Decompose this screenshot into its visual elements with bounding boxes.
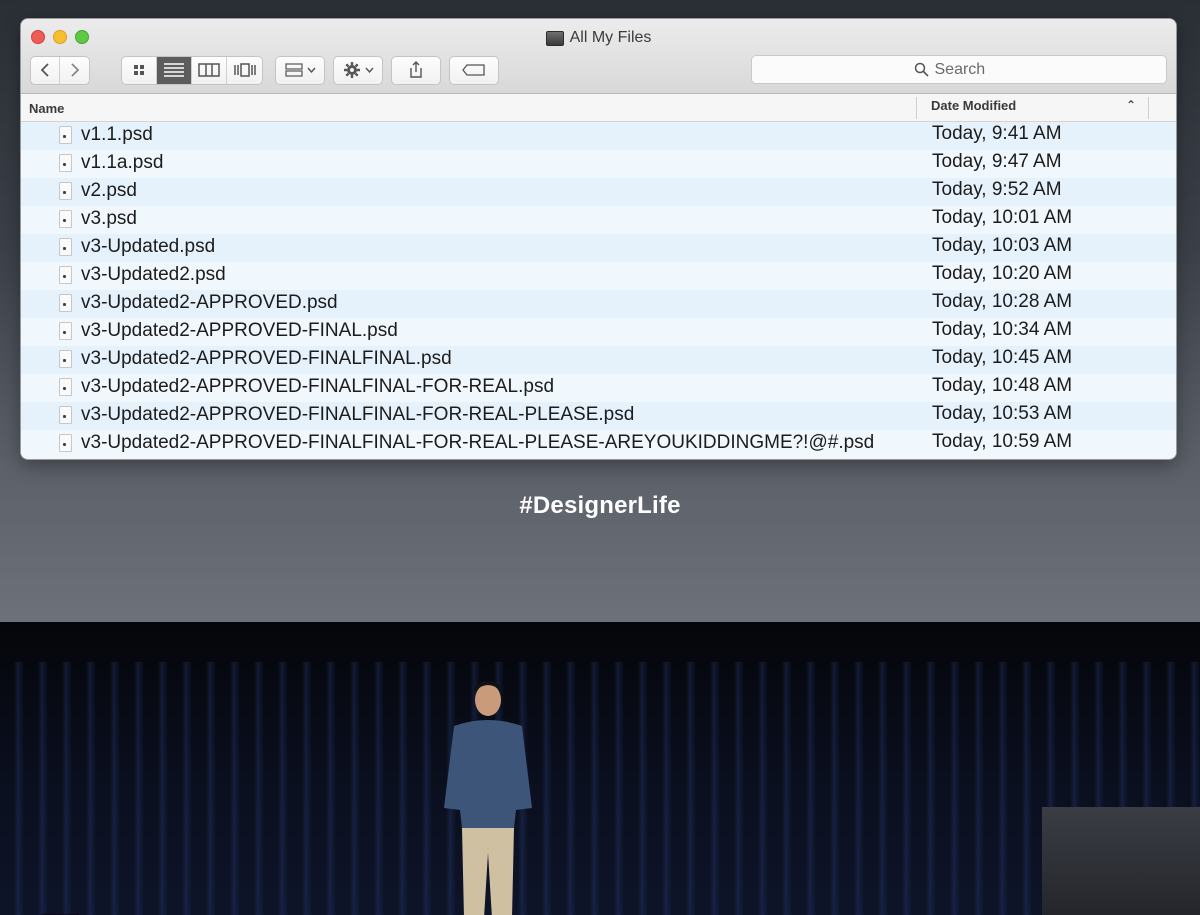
tag-button[interactable] [449, 55, 499, 85]
file-row[interactable]: v3-Updated2-APPROVED-FINAL.psd Today, 10:… [21, 318, 1176, 346]
back-chevron-icon [40, 63, 49, 77]
view-mode-selector [121, 55, 263, 85]
file-name: v2.psd [81, 180, 137, 201]
search-input[interactable] [934, 60, 1005, 79]
psd-file-icon [59, 378, 72, 396]
column-view-button[interactable] [192, 56, 227, 84]
file-date-modified: Today, 10:28 AM [932, 291, 1073, 312]
back-button[interactable] [31, 56, 60, 84]
search-icon [914, 62, 929, 77]
file-row[interactable]: v3-Updated.psd Today, 10:03 AM [21, 234, 1176, 262]
share-icon [410, 61, 422, 78]
file-date-modified: Today, 10:20 AM [932, 263, 1073, 284]
stage-curtain [0, 662, 1200, 915]
file-date-modified: Today, 10:53 AM [932, 403, 1073, 424]
file-date-modified: Today, 9:52 AM [932, 179, 1062, 200]
psd-file-icon [59, 154, 72, 172]
nav-buttons [30, 55, 90, 85]
column-divider[interactable] [916, 97, 917, 119]
psd-file-icon [59, 322, 72, 340]
title-bar: All My Files [21, 19, 1176, 94]
arrange-icon [284, 63, 303, 77]
file-row[interactable]: v1.1.psd Today, 9:41 AM [21, 122, 1176, 150]
psd-file-icon [59, 406, 72, 424]
all-my-files-icon [545, 30, 564, 46]
icon-view-button[interactable] [122, 56, 157, 84]
tag-icon [462, 64, 485, 76]
file-name: v3-Updated2-APPROVED-FINALFINAL-FOR-REAL… [81, 432, 875, 453]
file-name: v3-Updated.psd [81, 236, 216, 257]
file-row[interactable]: v3-Updated2-APPROVED-FINALFINAL.psd Today… [21, 346, 1176, 374]
forward-button[interactable] [60, 57, 89, 84]
file-name: v3-Updated2-APPROVED-FINAL.psd [81, 320, 398, 341]
column-divider[interactable] [1148, 97, 1149, 119]
file-date-modified: Today, 10:01 AM [932, 207, 1073, 228]
file-row[interactable]: v3-Updated2-APPROVED-FINALFINAL-FOR-REAL… [21, 430, 1176, 458]
finder-window: All My Files Search Name Date Modified ⌃… [21, 19, 1176, 459]
file-date-modified: Today, 10:03 AM [932, 235, 1073, 256]
file-row[interactable]: v2.psd Today, 9:52 AM [21, 178, 1176, 206]
psd-file-icon [59, 182, 72, 200]
share-button[interactable] [391, 55, 441, 85]
psd-file-icon [59, 434, 72, 452]
forward-chevron-icon [70, 63, 79, 77]
slide-caption: #DesignerLife [519, 492, 681, 519]
sort-ascending-icon[interactable]: ⌃ [1126, 98, 1136, 112]
file-date-modified: Today, 10:45 AM [932, 347, 1073, 368]
file-date-modified: Today, 9:47 AM [932, 151, 1062, 172]
file-name: v3.psd [81, 208, 137, 229]
name-column-header[interactable]: Name [29, 101, 64, 116]
list-view-icon [164, 63, 184, 77]
psd-file-icon [59, 350, 72, 368]
psd-file-icon [59, 266, 72, 284]
cover-flow-view-button[interactable] [227, 57, 262, 84]
file-name: v3-Updated2-APPROVED-FINALFINAL-FOR-REAL… [81, 376, 555, 397]
file-name: v3-Updated2-APPROVED-FINALFINAL-FOR-REAL… [81, 404, 635, 425]
arrange-button[interactable] [275, 55, 325, 85]
psd-file-icon [59, 210, 72, 228]
file-name: v3-Updated2-APPROVED-FINALFINAL.psd [81, 348, 452, 369]
psd-file-icon [59, 238, 72, 256]
file-row[interactable]: v1.1a.psd Today, 9:47 AM [21, 150, 1176, 178]
file-name: v1.1a.psd [81, 152, 164, 173]
search-field[interactable] [751, 55, 1167, 84]
file-date-modified: Today, 10:48 AM [932, 375, 1073, 396]
file-date-modified: Today, 9:41 AM [932, 123, 1062, 144]
file-name: v3-Updated2.psd [81, 264, 226, 285]
audience-silhouettes [0, 879, 1200, 915]
stage [0, 622, 1200, 915]
list-view-button[interactable] [157, 56, 192, 84]
action-button[interactable] [333, 55, 383, 85]
gear-icon [343, 62, 360, 78]
file-name: v3-Updated2-APPROVED.psd [81, 292, 338, 313]
file-date-modified: Today, 10:34 AM [932, 319, 1073, 340]
file-row[interactable]: v3-Updated2-APPROVED-FINALFINAL-FOR-REAL… [21, 402, 1176, 430]
date-modified-column-header[interactable]: Date Modified [931, 98, 1016, 113]
column-view-icon [198, 63, 220, 77]
toolbar [30, 55, 1167, 85]
icon-view-icon [134, 65, 144, 75]
psd-file-icon [59, 126, 72, 144]
chevron-down-icon [364, 67, 374, 73]
psd-file-icon [59, 294, 72, 312]
file-row[interactable]: v3.psd Today, 10:01 AM [21, 206, 1176, 234]
column-header-row: Name Date Modified ⌃ [21, 94, 1176, 122]
window-title: All My Files [21, 29, 1176, 47]
file-row[interactable]: v3-Updated2-APPROVED.psd Today, 10:28 AM [21, 290, 1176, 318]
cover-flow-icon [233, 63, 256, 77]
window-title-text: All My Files [569, 29, 652, 46]
file-list: v1.1.psd Today, 9:41 AM v1.1a.psd Today, 9… [21, 122, 1176, 458]
file-date-modified: Today, 10:59 AM [932, 431, 1073, 452]
file-row[interactable]: v3-Updated2-APPROVED-FINALFINAL-FOR-REAL… [21, 374, 1176, 402]
file-name: v1.1.psd [81, 124, 153, 145]
file-row[interactable]: v3-Updated2.psd Today, 10:20 AM [21, 262, 1176, 290]
chevron-down-icon [306, 67, 316, 73]
projection-screen: All My Files Search Name Date Modified ⌃… [0, 0, 1200, 622]
